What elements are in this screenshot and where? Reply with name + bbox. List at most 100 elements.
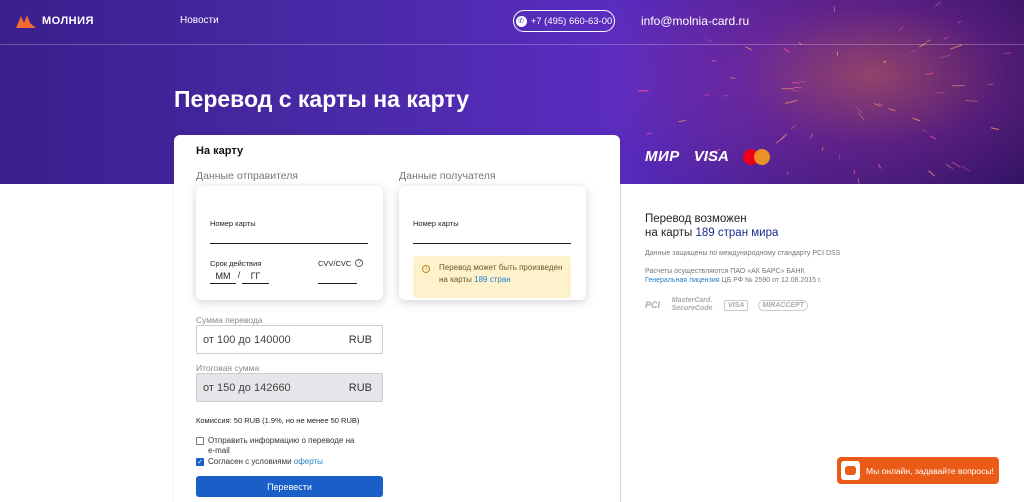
verified-by-visa-logo: VISA — [724, 299, 749, 311]
spark — [965, 99, 978, 102]
email-link[interactable]: info@molnia-card.ru — [641, 14, 749, 28]
total-placeholder: от 150 до 142660 — [203, 381, 291, 394]
license-line: Генеральная лицензия ЦБ РФ № 2590 от 12.… — [645, 277, 822, 284]
expiry-year-input[interactable]: ГГ — [242, 271, 269, 281]
mir-logo: МИР — [645, 148, 680, 165]
send-info-label: Отправить информацию о переводе на e-mai… — [208, 436, 355, 455]
security-text: Данные защищены по международному станда… — [645, 250, 841, 257]
spark — [775, 136, 785, 144]
chat-widget-button[interactable]: Мы онлайн, задавайте вопросы! — [837, 457, 999, 484]
logo[interactable]: МОЛНИЯ — [16, 14, 94, 28]
tab-to-card[interactable]: На карту — [196, 145, 243, 157]
nav-news-link[interactable]: Новости — [180, 15, 219, 26]
spark — [910, 49, 916, 54]
expiry-year-underline — [242, 283, 269, 284]
spark — [790, 125, 796, 130]
countries-link[interactable]: 189 стран — [474, 275, 511, 284]
sender-section-title: Данные отправителя — [196, 170, 299, 182]
logo-icon — [16, 15, 36, 28]
help-icon[interactable]: ? — [355, 259, 364, 267]
amount-label: Сумма перевода — [196, 315, 263, 325]
column-divider — [620, 184, 621, 502]
spark — [888, 108, 896, 112]
spark — [821, 146, 824, 151]
countries-notice: i Перевод может быть произведен на карты… — [413, 256, 571, 298]
spark — [912, 117, 921, 122]
visa-logo: VISA — [693, 148, 729, 165]
agree-checkbox[interactable]: ✓ — [196, 458, 204, 466]
spark — [784, 99, 798, 104]
spark — [857, 178, 860, 184]
total-label: Итоговая сумма — [196, 363, 260, 373]
spark — [961, 165, 971, 172]
agree-checkbox-row[interactable]: ✓ Согласен с условиями оферты — [196, 457, 356, 467]
recipient-card: Номер карты i Перевод может быть произве… — [399, 186, 586, 300]
spark — [730, 77, 736, 79]
license-link[interactable]: Генеральная лицензия — [645, 277, 720, 284]
security-logos: PCI MasterCard. SecureCode VISA MIRACCEP… — [645, 297, 808, 313]
phone-number: +7 (495) 660-63-00 — [530, 15, 613, 27]
spark — [745, 46, 752, 51]
spark — [882, 60, 887, 64]
spark — [711, 59, 717, 62]
sender-card: Номер карты Срок действия ММ / ГГ CVV/CV… — [196, 186, 383, 300]
total-currency: RUB — [348, 381, 372, 394]
send-info-checkbox-row[interactable]: Отправить информацию о переводе на e-mai… — [196, 436, 356, 456]
logo-text: МОЛНИЯ — [42, 15, 94, 27]
spark — [921, 129, 927, 133]
spark — [945, 163, 954, 170]
fee-text: Комиссия: 50 RUB (1.9%, но не менее 50 R… — [196, 416, 360, 425]
spark — [934, 1, 942, 7]
spark — [784, 48, 790, 53]
mastercard-logo — [742, 148, 771, 165]
send-info-checkbox[interactable] — [196, 437, 204, 445]
recipient-section-title: Данные получателя — [399, 170, 496, 182]
spark — [878, 164, 882, 169]
expiry-month-underline — [210, 283, 236, 284]
chat-icon — [841, 461, 860, 480]
spark — [929, 135, 937, 140]
mir-accept-logo: MIRACCEPT — [758, 299, 808, 311]
spark — [857, 112, 865, 121]
spark — [678, 119, 686, 123]
spark — [990, 127, 999, 131]
spark — [949, 44, 963, 50]
spark — [925, 72, 934, 76]
notice-text: Перевод может быть произведен на карты 1… — [439, 263, 563, 284]
countries-highlight: 189 стран мира — [695, 227, 779, 239]
phone-button[interactable]: ✆ +7 (495) 660-63-00 — [513, 10, 615, 32]
info-title: Перевод возможен на карты 189 стран мира — [645, 213, 779, 239]
amount-input[interactable]: от 100 до 140000 RUB — [196, 325, 383, 354]
page-title: Перевод с карты на карту — [174, 86, 470, 112]
expiry-label: Срок действия — [210, 259, 262, 268]
offer-link[interactable]: оферты — [294, 457, 323, 466]
spark — [791, 81, 801, 85]
sender-card-number-label: Номер карты — [210, 219, 256, 228]
spark — [1003, 51, 1012, 55]
recipient-card-number-input[interactable] — [413, 243, 571, 244]
total-amount-field: от 150 до 142660 RUB — [196, 373, 383, 402]
spark — [928, 170, 935, 177]
amount-currency: RUB — [348, 333, 372, 346]
info-icon: i — [422, 265, 430, 273]
amount-placeholder: от 100 до 140000 — [203, 333, 291, 346]
spark — [798, 80, 806, 83]
recipient-card-number-label: Номер карты — [413, 219, 459, 228]
agree-label: Согласен с условиями оферты — [208, 457, 323, 466]
bank-text: Расчеты осуществляются ПАО «АК БАРС» БАН… — [645, 268, 805, 275]
spark — [856, 106, 863, 113]
cvv-input[interactable] — [318, 283, 357, 284]
expiry-month-input[interactable]: ММ — [210, 271, 236, 281]
spark — [646, 132, 653, 135]
spark — [957, 20, 962, 24]
spark — [938, 54, 951, 59]
spark — [951, 161, 961, 168]
cvv-label: CVV/CVC? — [318, 259, 364, 268]
submit-transfer-button[interactable]: Перевести — [196, 476, 383, 497]
spark — [786, 171, 789, 175]
spark — [705, 38, 714, 43]
pci-logo: PCI — [645, 300, 661, 310]
spark — [853, 169, 856, 175]
sender-card-number-input[interactable] — [210, 243, 368, 244]
spark — [898, 26, 904, 32]
